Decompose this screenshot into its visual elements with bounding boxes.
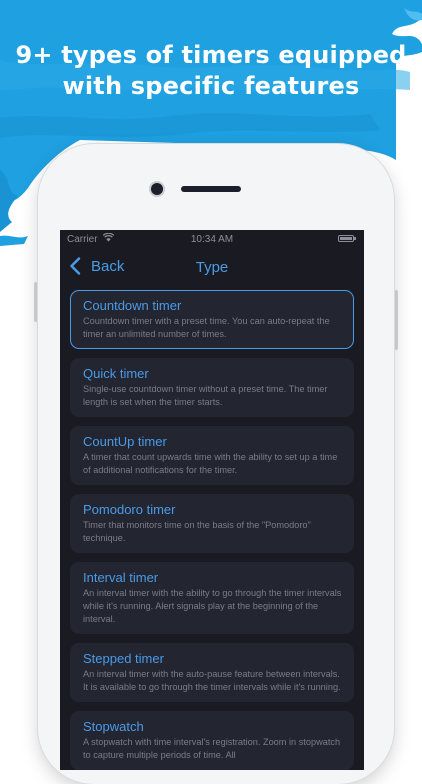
headline: 9+ types of timers equipped with specifi… (0, 40, 422, 102)
headline-line-2: with specific features (62, 72, 360, 100)
speaker-grille (181, 186, 241, 192)
camera-icon (151, 183, 163, 195)
timer-type-description: A stopwatch with time interval's registr… (83, 737, 341, 760)
timer-type-title: Quick timer (83, 366, 149, 381)
timer-type-description: Countdown timer with a preset time. You … (83, 316, 330, 339)
timer-type-title: CountUp timer (83, 434, 167, 449)
timer-type-description: An interval timer with the ability to go… (83, 588, 342, 624)
timer-type-description: A timer that count upwards time with the… (83, 452, 338, 475)
status-time: 10:34 AM (190, 234, 234, 245)
headline-line-1: 9+ types of timers equipped (15, 41, 407, 69)
phone-screen: Carrier 10:34 AM Back Type Countdown tim… (60, 230, 364, 770)
timer-type-title: Countdown timer (83, 298, 182, 313)
timer-type-countdown[interactable]: Countdown timer Countdown timer with a p… (70, 290, 354, 349)
timer-type-description: Single-use countdown timer without a pre… (83, 384, 328, 407)
timer-type-list: Countdown timer Countdown timer with a p… (70, 290, 354, 770)
timer-type-title: Stepped timer (83, 651, 164, 666)
timer-type-title: Pomodoro timer (83, 502, 176, 517)
timer-type-countup[interactable]: CountUp timer A timer that count upwards… (70, 426, 354, 485)
timer-type-stepped[interactable]: Stepped timer An interval timer with the… (70, 643, 354, 702)
timer-type-title: Interval timer (83, 570, 159, 585)
timer-type-description: Timer that monitors time on the basis of… (83, 520, 311, 543)
timer-type-stopwatch[interactable]: Stopwatch A stopwatch with time interval… (70, 711, 354, 770)
timer-type-pomodoro[interactable]: Pomodoro timer Timer that monitors time … (70, 494, 354, 553)
page-title: Type (195, 259, 229, 276)
timer-type-quick[interactable]: Quick timer Single-use countdown timer w… (70, 358, 354, 417)
timer-type-description: An interval timer with the auto-pause fe… (83, 669, 341, 692)
timer-type-title: Stopwatch (83, 719, 144, 734)
battery-icon (338, 235, 356, 242)
timer-type-interval[interactable]: Interval timer An interval timer with th… (70, 562, 354, 634)
phone-side-button-right (394, 290, 398, 350)
status-bar: Carrier 10:34 AM (60, 230, 364, 248)
navigation-bar: Back Type (60, 248, 364, 284)
